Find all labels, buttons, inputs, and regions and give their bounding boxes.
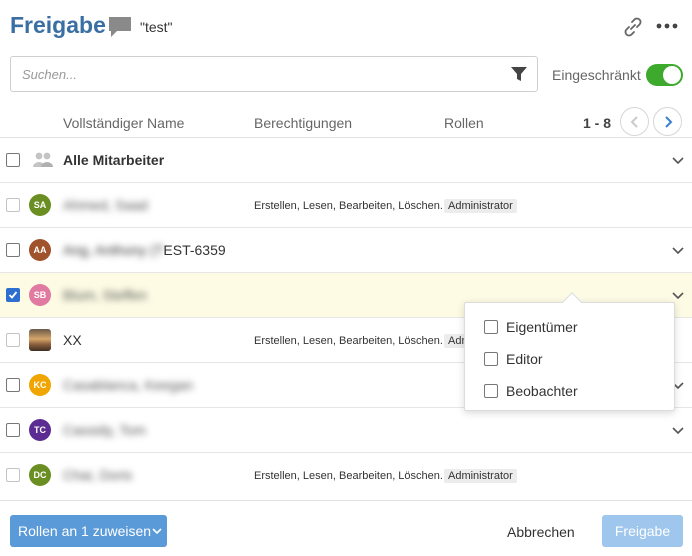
row-name: XX bbox=[63, 332, 82, 348]
pager-next-button[interactable] bbox=[653, 107, 682, 136]
row-name: Blum, Steffen bbox=[63, 287, 147, 303]
dialog-title: Freigabe bbox=[10, 12, 106, 38]
chevron-down-icon[interactable] bbox=[671, 154, 685, 168]
table-row[interactable]: TC Cassidy, Tom bbox=[0, 408, 692, 453]
row-name: Ahmed, Saad bbox=[63, 197, 148, 213]
search-box bbox=[10, 56, 538, 92]
role-option-viewer[interactable]: Beobachter bbox=[465, 375, 674, 407]
dialog-header: Freigabe "test" bbox=[0, 0, 692, 54]
table-row[interactable]: DC Chai, Doris Erstellen, Lesen, Bearbei… bbox=[0, 453, 692, 498]
chevron-down-icon[interactable] bbox=[671, 424, 685, 438]
group-icon bbox=[33, 152, 53, 167]
row-permissions: Erstellen, Lesen, Bearbeiten, Löschen... bbox=[254, 335, 450, 347]
row-checkbox[interactable] bbox=[6, 468, 20, 482]
row-name: Chai, Doris bbox=[63, 467, 133, 483]
chevron-down-icon bbox=[152, 528, 162, 535]
assign-roles-label: Rollen an 1 zuweisen bbox=[18, 523, 152, 539]
role-badge: Administrator bbox=[444, 469, 517, 483]
row-name: Casablanca, Keegan bbox=[63, 377, 193, 393]
role-dropdown: Eigentümer Editor Beobachter bbox=[464, 292, 675, 411]
restricted-label: Eingeschränkt bbox=[552, 67, 641, 83]
row-permissions: Erstellen, Lesen, Bearbeiten, Löschen... bbox=[254, 200, 450, 212]
role-option-label: Editor bbox=[506, 351, 543, 367]
row-name: Cassidy, Tom bbox=[63, 422, 146, 438]
share-button[interactable]: Freigabe bbox=[602, 515, 683, 547]
row-permissions: Erstellen, Lesen, Bearbeiten, Löschen... bbox=[254, 470, 450, 482]
column-header-name[interactable]: Vollständiger Name bbox=[63, 115, 184, 131]
role-checkbox[interactable] bbox=[484, 352, 498, 366]
role-badge: Administrator bbox=[444, 199, 517, 213]
table-row[interactable]: Alle Mitarbeiter bbox=[0, 138, 692, 183]
role-option-label: Eigentümer bbox=[506, 319, 578, 335]
filter-icon[interactable] bbox=[510, 66, 528, 82]
row-name-blurred: Ang, Anthony (T bbox=[63, 242, 164, 258]
row-name: Ang, Anthony (TEST-6359 bbox=[63, 242, 226, 258]
role-option-owner[interactable]: Eigentümer bbox=[465, 311, 674, 343]
avatar: KC bbox=[29, 374, 51, 396]
row-checkbox[interactable] bbox=[6, 423, 20, 437]
link-icon[interactable] bbox=[621, 15, 645, 39]
avatar: AA bbox=[29, 239, 51, 261]
chevron-down-icon[interactable] bbox=[671, 244, 685, 258]
cancel-button[interactable]: Abbrechen bbox=[507, 524, 575, 540]
row-name-visible: EST-6359 bbox=[163, 242, 226, 258]
avatar: SB bbox=[29, 284, 51, 306]
avatar: SA bbox=[29, 194, 51, 216]
chevron-right-icon bbox=[665, 116, 673, 128]
role-option-label: Beobachter bbox=[506, 383, 578, 399]
column-header-roles[interactable]: Rollen bbox=[444, 115, 484, 131]
row-checkbox[interactable] bbox=[6, 153, 20, 167]
avatar-photo bbox=[29, 329, 51, 351]
footer-divider bbox=[0, 500, 692, 501]
row-checkbox-checked[interactable] bbox=[6, 288, 20, 302]
table-row[interactable]: AA Ang, Anthony (TEST-6359 bbox=[0, 228, 692, 273]
row-name: Alle Mitarbeiter bbox=[63, 152, 165, 168]
pager-prev-button[interactable] bbox=[620, 107, 649, 136]
avatar: TC bbox=[29, 419, 51, 441]
chevron-down-icon[interactable] bbox=[671, 289, 685, 303]
check-icon bbox=[8, 291, 18, 299]
assign-roles-button[interactable]: Rollen an 1 zuweisen bbox=[10, 515, 167, 547]
speech-bubble-icon[interactable] bbox=[108, 16, 132, 38]
row-checkbox[interactable] bbox=[6, 333, 20, 347]
item-name: "test" bbox=[140, 19, 173, 35]
toggle-knob bbox=[663, 66, 681, 84]
role-checkbox[interactable] bbox=[484, 320, 498, 334]
pager-range: 1 - 8 bbox=[583, 115, 612, 131]
role-option-editor[interactable]: Editor bbox=[465, 343, 674, 375]
chevron-left-icon bbox=[630, 116, 638, 128]
row-checkbox[interactable] bbox=[6, 243, 20, 257]
restricted-toggle[interactable] bbox=[646, 64, 683, 86]
avatar: DC bbox=[29, 464, 51, 486]
role-checkbox[interactable] bbox=[484, 384, 498, 398]
row-checkbox[interactable] bbox=[6, 378, 20, 392]
column-header-permissions[interactable]: Berechtigungen bbox=[254, 115, 352, 131]
table-row[interactable]: SA Ahmed, Saad Erstellen, Lesen, Bearbei… bbox=[0, 183, 692, 228]
row-checkbox[interactable] bbox=[6, 198, 20, 212]
more-horizontal-icon[interactable] bbox=[655, 14, 679, 38]
table-header: Vollständiger Name Berechtigungen Rollen… bbox=[0, 106, 692, 138]
search-input[interactable] bbox=[11, 57, 501, 91]
